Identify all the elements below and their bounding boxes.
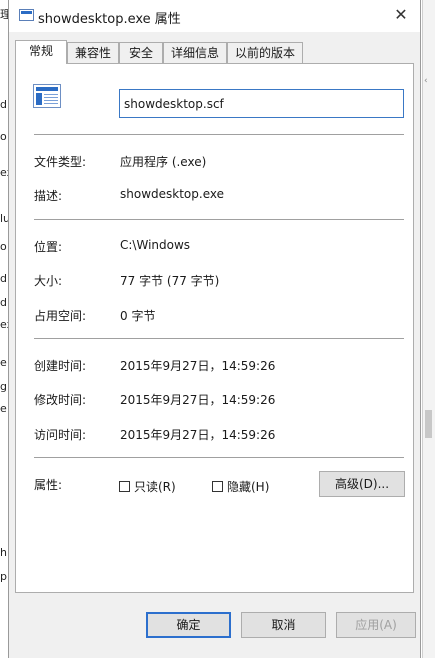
- properties-dialog: showdesktop.exe 属性 ✕ 常规 兼容性 安全 详细信息 以前的版…: [8, 0, 421, 658]
- file-name-input[interactable]: [119, 89, 404, 118]
- created-label: 创建时间:: [34, 359, 87, 373]
- disk-size-label: 占用空间:: [34, 309, 87, 323]
- background-text-fragment: d: [0, 272, 7, 285]
- close-icon[interactable]: ✕: [390, 4, 412, 26]
- background-text-fragment: o: [0, 240, 7, 253]
- dialog-footer: 确定 取消 应用(A): [9, 593, 420, 658]
- disk-size-value: 0 字节: [120, 309, 156, 323]
- background-text-fragment: p: [0, 570, 7, 583]
- created-value: 2015年9月27日，14:59:26: [120, 359, 276, 373]
- modified-label: 修改时间:: [34, 393, 87, 407]
- background-text-fragment: e: [0, 356, 7, 369]
- file-type-label: 文件类型:: [34, 155, 87, 169]
- readonly-checkbox-label: 只读(R): [134, 480, 176, 494]
- tab-security[interactable]: 安全: [119, 42, 163, 63]
- window-title: showdesktop.exe 属性: [38, 12, 181, 27]
- size-label: 大小:: [34, 274, 63, 288]
- advanced-button[interactable]: 高级(D)...: [319, 471, 405, 497]
- attributes-label: 属性:: [34, 478, 63, 492]
- size-value: 77 字节 (77 字节): [120, 274, 220, 288]
- background-text-fragment: lu: [0, 212, 8, 225]
- description-value: showdesktop.exe: [120, 187, 224, 201]
- background-text-fragment: e: [0, 402, 7, 415]
- title-bar: showdesktop.exe 属性 ✕: [9, 0, 420, 32]
- tab-previous-versions[interactable]: 以前的版本: [227, 42, 303, 63]
- location-label: 位置:: [34, 240, 63, 254]
- tab-details[interactable]: 详细信息: [163, 42, 227, 63]
- hidden-checkbox-box[interactable]: [212, 481, 223, 492]
- scroll-arrow-icon: ‹: [424, 76, 428, 86]
- background-text-fragment: dl: [0, 296, 8, 309]
- apply-button[interactable]: 应用(A): [336, 612, 416, 638]
- file-type-value: 应用程序 (.exe): [120, 155, 207, 169]
- hidden-checkbox-label: 隐藏(H): [227, 480, 270, 494]
- divider: [34, 219, 404, 220]
- background-text-fragment: d: [0, 98, 7, 111]
- hidden-checkbox[interactable]: 隐藏(H): [212, 478, 269, 495]
- accessed-value: 2015年9月27日，14:59:26: [120, 428, 276, 442]
- background-text-fragment: h: [0, 546, 7, 559]
- scrollbar-thumb[interactable]: [425, 410, 432, 438]
- description-label: 描述:: [34, 189, 63, 203]
- file-type-icon: [33, 84, 61, 108]
- background-text-fragment: ex: [0, 166, 8, 179]
- general-panel: 文件类型: 应用程序 (.exe) 描述: showdesktop.exe 位置…: [15, 63, 414, 593]
- modified-value: 2015年9月27日，14:59:26: [120, 393, 276, 407]
- divider: [34, 338, 404, 339]
- cancel-button[interactable]: 取消: [241, 612, 326, 638]
- background-text-fragment: ex: [0, 318, 8, 331]
- divider: [34, 457, 404, 458]
- background-text-fragment: 理: [0, 8, 8, 21]
- accessed-label: 访问时间:: [34, 428, 87, 442]
- divider: [34, 134, 404, 135]
- tab-general[interactable]: 常规: [15, 40, 67, 64]
- background-scrollbar[interactable]: ‹: [422, 0, 435, 658]
- background-text-fragment: o: [0, 130, 7, 143]
- background-text-fragment: g: [0, 380, 7, 393]
- window-icon: [19, 9, 34, 21]
- ok-button[interactable]: 确定: [146, 612, 231, 638]
- readonly-checkbox-box[interactable]: [119, 481, 130, 492]
- tab-compatibility[interactable]: 兼容性: [67, 42, 119, 63]
- readonly-checkbox[interactable]: 只读(R): [119, 478, 176, 495]
- location-value: C:\Windows: [120, 238, 191, 252]
